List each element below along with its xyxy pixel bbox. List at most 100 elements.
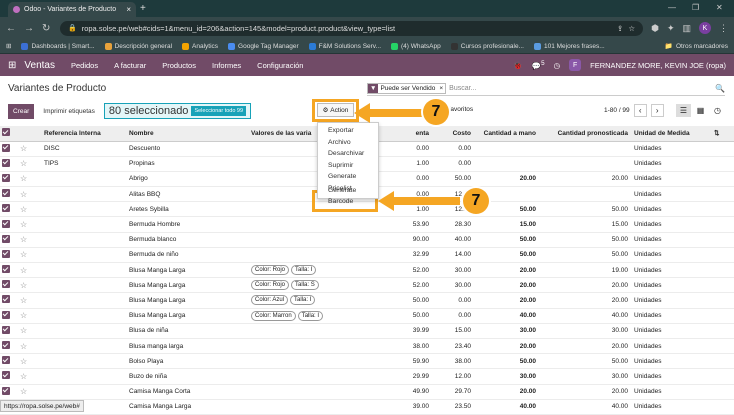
- bookmark-item[interactable]: F&M Solutions Serv...: [308, 42, 381, 50]
- favorite-star-icon[interactable]: ☆: [18, 216, 42, 233]
- apps-icon[interactable]: ⊞: [6, 42, 11, 50]
- favorite-star-icon[interactable]: ☆: [18, 201, 42, 218]
- table-row[interactable]: ☆ Blusa Manga Larga Color: Rojo Talla: S 52.…: [0, 277, 734, 294]
- list-view-icon[interactable]: ☰: [676, 104, 691, 117]
- browser-tab[interactable]: Odoo - Variantes de Producto ×: [8, 2, 136, 17]
- action-button[interactable]: ⚙ Action: [317, 103, 354, 117]
- favorite-star-icon[interactable]: ☆: [18, 247, 42, 264]
- col-unidad[interactable]: Unidad de Medida: [630, 126, 712, 142]
- app-menu-icon[interactable]: ⊞: [8, 60, 16, 71]
- user-name[interactable]: FERNANDEZ MORE, KEVIN JOE (ropa): [590, 61, 726, 70]
- print-labels-button[interactable]: Imprimir etiquetas: [40, 104, 98, 119]
- row-checkbox[interactable]: [0, 338, 18, 355]
- select-all-button[interactable]: Seleccionar todo 99: [191, 106, 247, 116]
- search-facet[interactable]: ▼ Puede ser Vendido ×: [367, 83, 447, 94]
- select-all-checkbox[interactable]: [0, 126, 18, 142]
- share-icon[interactable]: ⇪: [617, 24, 623, 33]
- reload-icon[interactable]: ↻: [42, 23, 52, 34]
- action-menu-item[interactable]: Desarchivar: [318, 148, 378, 160]
- menu-productos[interactable]: Productos: [162, 61, 196, 70]
- bookmark-item[interactable]: Cursos profesionale...: [450, 42, 524, 50]
- favorite-star-icon[interactable]: ☆: [18, 384, 42, 400]
- row-checkbox[interactable]: [0, 201, 18, 218]
- bookmark-item[interactable]: Analytics: [182, 42, 218, 50]
- create-button[interactable]: Crear: [8, 103, 35, 119]
- table-row[interactable]: ☆ Bolso Playa 59.90 38.00 50.00 50.00 Unidades: [0, 353, 734, 370]
- row-checkbox[interactable]: [0, 323, 18, 339]
- favorite-star-icon[interactable]: ☆: [18, 308, 42, 324]
- menu-a-facturar[interactable]: A facturar: [114, 61, 146, 70]
- favorite-star-icon[interactable]: ☆: [18, 323, 42, 339]
- row-checkbox[interactable]: [0, 247, 18, 264]
- puzzle-icon[interactable]: ✦: [667, 23, 675, 34]
- table-row[interactable]: ☆ Bermuda Hombre 53.90 28.30 15.00 15.00 Unida…: [0, 216, 734, 233]
- forward-icon[interactable]: →: [24, 23, 34, 34]
- row-checkbox[interactable]: [0, 156, 18, 172]
- action-menu-item[interactable]: Exportar: [318, 125, 378, 137]
- other-bookmarks[interactable]: 📁 Otros marcadores: [665, 42, 728, 51]
- pager-prev-icon[interactable]: ‹: [633, 104, 647, 117]
- app-name[interactable]: Ventas: [24, 60, 55, 71]
- row-checkbox[interactable]: [0, 277, 18, 294]
- bookmark-item[interactable]: (4) WhatsApp: [391, 42, 441, 50]
- search-icon[interactable]: 🔍: [715, 84, 725, 93]
- row-checkbox[interactable]: [0, 368, 18, 385]
- menu-informes[interactable]: Informes: [212, 61, 241, 70]
- pager-range[interactable]: 1-80 / 99: [604, 107, 630, 114]
- table-row[interactable]: ☆ Bermuda de niño 32.99 14.00 50.00 50.00 Unid…: [0, 247, 734, 264]
- col-nombre[interactable]: Nombre: [127, 126, 249, 142]
- action-menu-item[interactable]: Suprimir: [318, 160, 378, 172]
- url-input[interactable]: 🔒 ropa.solse.pe/web#cids=1&menu_id=206&a…: [60, 20, 644, 36]
- favorite-star-icon[interactable]: ☆: [18, 141, 42, 157]
- favorite-star-icon[interactable]: ☆: [18, 186, 42, 203]
- bookmark-star-icon[interactable]: ☆: [628, 24, 635, 33]
- table-row[interactable]: ☆ Bermuda blanco 90.00 40.00 50.00 50.00 Unida…: [0, 232, 734, 248]
- row-checkbox[interactable]: [0, 141, 18, 157]
- facet-remove-icon[interactable]: ×: [437, 85, 445, 92]
- bookmark-item[interactable]: Descripción general: [104, 42, 172, 50]
- favorite-star-icon[interactable]: ☆: [18, 232, 42, 248]
- maximize-icon[interactable]: ❐: [692, 3, 699, 12]
- action-menu-item[interactable]: Generate Pricelist: [318, 171, 378, 192]
- row-checkbox[interactable]: [0, 353, 18, 370]
- col-precio[interactable]: enta: [389, 126, 431, 142]
- bookmark-item[interactable]: Dashboards | Smart...: [21, 42, 95, 50]
- row-checkbox[interactable]: [0, 292, 18, 309]
- action-menu-item[interactable]: Archivo: [318, 137, 378, 149]
- col-cantidad-mano[interactable]: Cantidad a mano: [473, 126, 538, 142]
- search-input[interactable]: Buscar...: [449, 85, 476, 92]
- back-icon[interactable]: ←: [6, 23, 16, 34]
- close-window-icon[interactable]: ✕: [716, 3, 723, 12]
- favorite-star-icon[interactable]: ☆: [18, 277, 42, 294]
- sidepanel-icon[interactable]: ▥: [682, 23, 691, 34]
- favorite-star-icon[interactable]: ☆: [18, 368, 42, 385]
- favorite-star-icon[interactable]: ☆: [18, 292, 42, 309]
- user-avatar[interactable]: F: [569, 59, 582, 71]
- action-menu-item[interactable]: Generate Barcode: [318, 185, 378, 206]
- table-row[interactable]: ☆ Blusa Manga Larga Color: Azul Talla: I 50.…: [0, 292, 734, 309]
- favorite-star-icon[interactable]: ☆: [18, 338, 42, 355]
- debug-icon[interactable]: 🐞: [513, 61, 522, 70]
- extension-icon[interactable]: ⬢: [651, 23, 659, 34]
- activity-clock-icon[interactable]: ◷: [554, 61, 561, 70]
- row-checkbox[interactable]: [0, 384, 18, 400]
- table-row[interactable]: ☆ Camisa Manga Corta 49.90 29.70 20.00 20.00 U…: [0, 384, 734, 400]
- search-bar[interactable]: ▼ Puede ser Vendido × Buscar... 🔍: [367, 82, 725, 96]
- row-checkbox[interactable]: [0, 232, 18, 248]
- favorite-star-icon[interactable]: ☆: [18, 171, 42, 188]
- menu-pedidos[interactable]: Pedidos: [71, 61, 98, 70]
- table-row[interactable]: ☆ Blusa de niña 39.99 15.00 30.00 30.00 Unidad…: [0, 323, 734, 339]
- col-referencia[interactable]: Referencia Interna: [42, 126, 127, 142]
- table-row[interactable]: ☆ Blusa Manga Larga Color: Marron Talla: I5…: [0, 308, 734, 324]
- column-options-icon[interactable]: ⇅: [712, 126, 734, 142]
- minimize-icon[interactable]: —: [668, 3, 676, 12]
- pager-next-icon[interactable]: ›: [650, 104, 664, 117]
- row-checkbox[interactable]: [0, 308, 18, 324]
- profile-avatar[interactable]: K: [699, 22, 711, 34]
- row-checkbox[interactable]: [0, 171, 18, 188]
- kanban-view-icon[interactable]: ▦: [693, 104, 708, 117]
- chat-icon[interactable]: 💬5: [532, 60, 545, 71]
- row-checkbox[interactable]: [0, 216, 18, 233]
- new-tab-icon[interactable]: +: [140, 3, 146, 14]
- activity-view-icon[interactable]: ◷: [710, 104, 725, 117]
